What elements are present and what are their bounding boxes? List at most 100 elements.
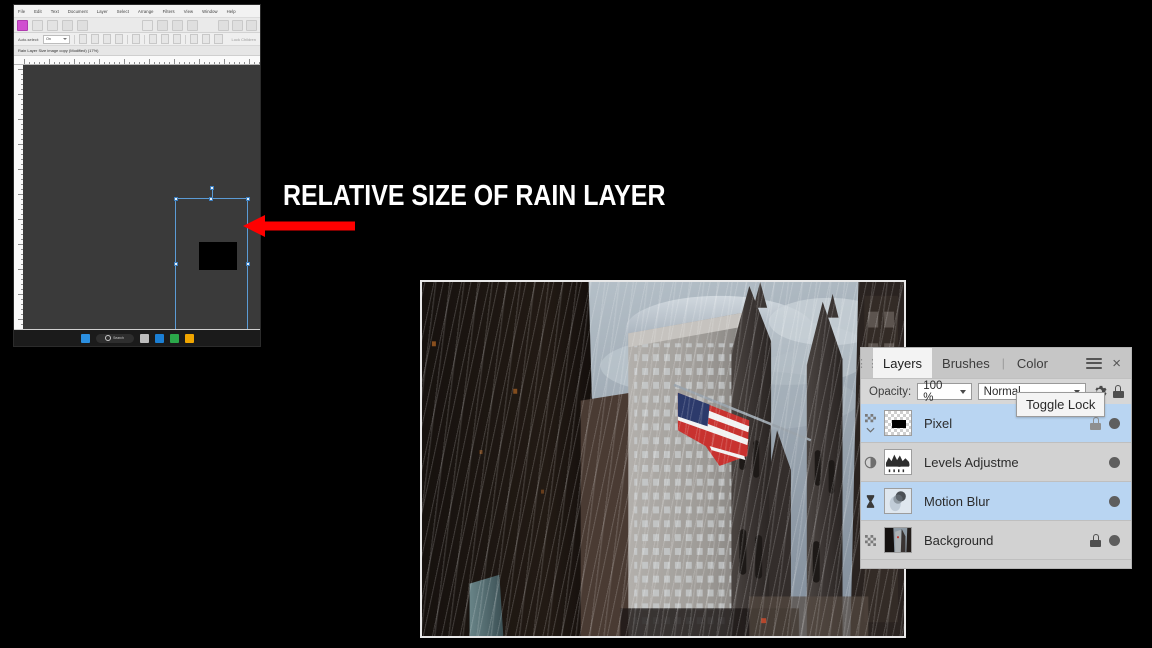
lock-icon-pixel[interactable] <box>1090 416 1101 430</box>
windows-taskbar[interactable]: Search <box>14 330 260 346</box>
layer-thumbnail-motion-blur[interactable] <box>880 482 915 520</box>
layer-row-levels[interactable]: Levels Adjustme <box>861 443 1131 482</box>
layer-row-background[interactable]: Background <box>861 521 1131 560</box>
handle-bottom-left[interactable] <box>173 328 178 329</box>
visibility-toggle-background[interactable] <box>1109 534 1120 546</box>
canvas-area[interactable] <box>14 65 260 329</box>
handle-middle-left[interactable] <box>173 262 178 266</box>
layer-list[interactable]: Pixel Levels Adjustme Motion Blur Backgr… <box>861 404 1131 560</box>
mail-icon[interactable] <box>154 333 164 343</box>
layer-name-background[interactable]: Background <box>915 521 1090 559</box>
align-center-icon[interactable] <box>161 34 170 44</box>
distribute-icon[interactable] <box>115 34 124 44</box>
menu-item-text[interactable]: Text <box>51 9 59 14</box>
panel-tab-bar[interactable]: ⋮⋮ Layers Brushes | Color × <box>856 348 1131 378</box>
context-toolbar[interactable]: Auto-select: On Lock Children <box>14 33 260 46</box>
file-explorer-icon[interactable] <box>139 333 149 343</box>
app-menu-bar[interactable]: File Edit Text Document Layer Select Arr… <box>14 5 260 17</box>
panel-grip-icon[interactable]: ⋮⋮ <box>856 348 878 378</box>
menu-item-file[interactable]: File <box>18 9 25 14</box>
color-wheel-icon[interactable] <box>172 19 183 31</box>
share-icon[interactable] <box>157 19 168 31</box>
handle-top-left[interactable] <box>173 196 178 201</box>
snapping-icon[interactable] <box>62 19 73 31</box>
start-icon[interactable] <box>80 333 90 343</box>
layer-thumbnail-background[interactable] <box>880 521 915 559</box>
panel-lock-icon[interactable] <box>1112 385 1124 398</box>
menu-item-layer[interactable]: Layer <box>97 9 108 14</box>
rain-composite-photo <box>420 280 906 638</box>
align-right-icon[interactable] <box>173 34 182 44</box>
app-logo-icon <box>17 19 28 31</box>
horizontal-ruler <box>14 56 260 65</box>
layer-thumbnail-pixel[interactable] <box>880 404 915 442</box>
close-icon[interactable] <box>246 19 257 31</box>
layer-row-motion-blur[interactable]: Motion Blur <box>861 482 1131 521</box>
move-icon[interactable] <box>78 34 87 44</box>
align-horizontal-icon[interactable] <box>90 34 100 44</box>
hamburger-icon[interactable] <box>1086 357 1103 369</box>
align-middle-icon[interactable] <box>202 34 211 44</box>
transform-icon[interactable] <box>132 34 141 44</box>
tab-color[interactable]: Color <box>1007 348 1058 378</box>
callout-arrow-icon <box>243 215 355 237</box>
taskbar-search-box[interactable]: Search <box>95 333 134 343</box>
document-tab[interactable]: Rain Layer Size image copy (Modified) (1… <box>14 46 260 56</box>
handle-middle-right[interactable] <box>245 262 250 266</box>
selection-bounding-box[interactable] <box>173 186 250 329</box>
tab-divider: | <box>1001 356 1005 370</box>
layer-name-motion-blur[interactable]: Motion Blur <box>915 482 1109 520</box>
auto-select-label: Auto-select: <box>18 36 40 42</box>
menu-item-help[interactable]: Help <box>227 9 236 14</box>
document-canvas[interactable] <box>23 65 260 329</box>
adjustment-icon[interactable] <box>861 443 880 481</box>
store-icon[interactable] <box>184 333 194 343</box>
visibility-toggle-motion-blur[interactable] <box>1109 495 1120 507</box>
assistant-icon[interactable] <box>47 19 58 31</box>
opacity-select[interactable]: 100 % <box>917 380 972 404</box>
affinity-photo-window[interactable]: File Edit Text Document Layer Select Arr… <box>14 5 260 346</box>
visibility-toggle-pixel[interactable] <box>1109 417 1120 429</box>
menu-item-window[interactable]: Window <box>202 9 218 14</box>
transparency-icon[interactable] <box>861 521 880 559</box>
callout-label: RELATIVE SIZE OF RAIN LAYER <box>283 180 666 212</box>
maximize-icon[interactable] <box>232 19 243 31</box>
taskbar-search-label: Search <box>113 336 124 340</box>
lock-icon-background[interactable] <box>1090 533 1101 547</box>
app-toolbar[interactable] <box>14 17 260 33</box>
close-icon[interactable]: × <box>1112 356 1121 371</box>
menu-item-document[interactable]: Document <box>68 9 88 14</box>
browser-icon[interactable] <box>169 333 179 343</box>
tooltip-toggle-lock: Toggle Lock <box>1016 392 1106 417</box>
handle-bottom-right[interactable] <box>245 328 250 329</box>
layer-thumbnail-levels[interactable] <box>880 443 915 481</box>
menu-item-view[interactable]: View <box>184 9 193 14</box>
picker-icon[interactable] <box>187 19 198 31</box>
handle-bottom-center[interactable] <box>209 328 213 329</box>
rotate-handle[interactable] <box>209 186 214 190</box>
layers-panel[interactable]: ⋮⋮ Layers Brushes | Color × Opacity: 100… <box>856 348 1131 568</box>
handle-top-right[interactable] <box>245 196 250 201</box>
align-vertical-icon[interactable] <box>103 34 112 44</box>
menu-item-filters[interactable]: Filters <box>163 9 175 14</box>
menu-item-select[interactable]: Select <box>117 9 129 14</box>
lock-children-label[interactable]: Lock Children <box>232 37 256 42</box>
transparency-chevron-icon[interactable] <box>861 404 880 442</box>
histogram-icon[interactable] <box>77 19 88 31</box>
live-filter-icon[interactable] <box>861 482 880 520</box>
export-icon[interactable] <box>142 19 153 31</box>
tab-layers[interactable]: Layers <box>873 348 933 378</box>
auto-select-dropdown[interactable]: On <box>43 34 71 44</box>
align-bottom-icon[interactable] <box>214 34 223 44</box>
handle-top-center[interactable] <box>209 196 213 201</box>
align-top-icon[interactable] <box>190 34 199 44</box>
tab-brushes[interactable]: Brushes <box>932 348 1000 378</box>
settings-icon[interactable] <box>32 19 43 31</box>
visibility-toggle-levels[interactable] <box>1109 456 1120 468</box>
align-left-icon[interactable] <box>149 34 158 44</box>
menu-item-edit[interactable]: Edit <box>34 9 42 14</box>
minimize-icon[interactable] <box>218 19 229 31</box>
menu-item-arrange[interactable]: Arrange <box>138 9 154 14</box>
layer-name-levels[interactable]: Levels Adjustme <box>915 443 1109 481</box>
rain-overlay-2 <box>422 282 904 636</box>
